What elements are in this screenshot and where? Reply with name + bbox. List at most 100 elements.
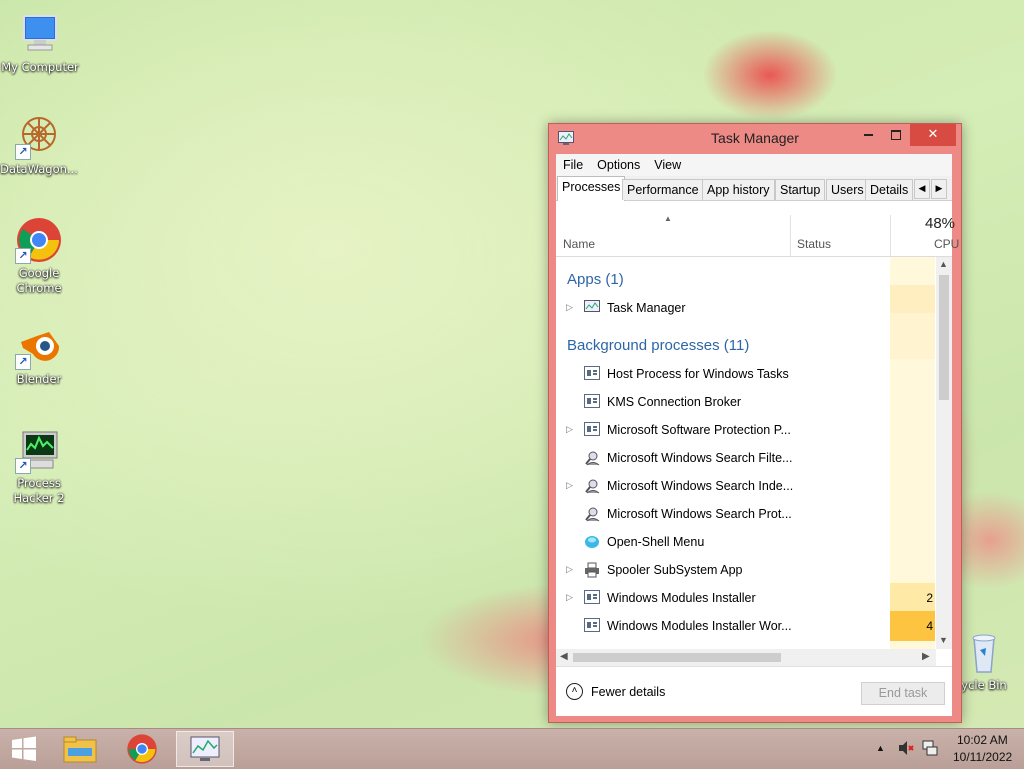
taskbar-task-manager[interactable] <box>176 731 234 767</box>
process-name: Microsoft Software Protection P... <box>607 423 791 437</box>
expand-chevron-icon[interactable]: ▷ <box>566 592 573 603</box>
menu-bar: File Options View <box>556 154 952 176</box>
list-item[interactable]: ▷ Microsoft Windows Search Inde... <box>556 472 890 500</box>
computer-icon <box>16 10 64 58</box>
process-name: KMS Connection Broker <box>607 395 742 409</box>
desktop-icon-blender[interactable]: ↗ Blender <box>0 322 79 387</box>
desktop-icon-process-hacker[interactable]: ↗ Process Hacker 2 <box>0 426 79 506</box>
expand-chevron-icon[interactable]: ▷ <box>566 564 573 575</box>
cpu-cell: 4 <box>926 619 933 633</box>
scrollbar-thumb[interactable] <box>573 653 781 662</box>
tab-scroll-right-button[interactable]: ▶ <box>931 179 947 199</box>
start-button[interactable] <box>0 731 48 767</box>
scroll-right-icon[interactable]: ▶ <box>922 651 930 662</box>
horizontal-scrollbar[interactable]: ◀ ▶ <box>556 649 936 666</box>
column-divider[interactable] <box>790 215 791 256</box>
column-divider[interactable] <box>890 215 891 256</box>
process-list: 2 4 Apps (1) ▷ Task Manager Background p… <box>556 257 952 649</box>
desktop-icon-label: My Computer <box>1 60 79 74</box>
show-hidden-icons-button[interactable]: ▲ <box>876 743 885 753</box>
process-icon <box>584 366 600 380</box>
column-header: ▲ Name Status 48% CPU <box>556 201 959 257</box>
volume-muted-icon[interactable] <box>897 739 915 760</box>
column-header-name[interactable]: Name <box>563 237 595 251</box>
blender-icon: ↗ <box>15 322 63 370</box>
search-user-icon <box>584 450 600 466</box>
vertical-scrollbar[interactable]: ▲ ▼ <box>936 257 952 649</box>
process-name: Microsoft Windows Search Prot... <box>607 507 792 521</box>
expand-chevron-icon[interactable]: ▷ <box>566 302 573 313</box>
recycle-bin-icon <box>960 628 1008 676</box>
search-user-icon <box>584 478 600 494</box>
chrome-icon: ↗ <box>15 216 63 264</box>
column-header-status[interactable]: Status <box>797 237 831 251</box>
task-manager-icon <box>584 300 600 314</box>
menu-view[interactable]: View <box>647 158 688 172</box>
expand-chevron-icon[interactable]: ▷ <box>566 480 573 491</box>
tab-performance[interactable]: Performance <box>622 179 704 200</box>
process-name: Host Process for Windows Tasks <box>607 367 789 381</box>
taskbar-chrome[interactable] <box>114 731 170 767</box>
tab-scroll-left-button[interactable]: ◀ <box>914 179 930 199</box>
start-icon <box>12 736 36 761</box>
process-name: Open-Shell Menu <box>607 535 705 549</box>
list-item[interactable]: Host Process for Windows Tasks <box>556 360 890 388</box>
process-icon <box>584 590 600 604</box>
expand-chevron-icon[interactable]: ▷ <box>566 424 573 435</box>
datawagon-icon: ↗ <box>15 112 63 160</box>
tab-processes[interactable]: Processes <box>557 176 626 201</box>
chevron-up-circle-icon: ˄ <box>566 683 583 700</box>
list-item[interactable]: Windows Modules Installer Wor... <box>556 612 890 640</box>
process-hacker-icon: ↗ <box>15 426 63 474</box>
tab-strip: Processes Performance App history Startu… <box>556 176 952 201</box>
tab-app-history[interactable]: App history <box>702 179 775 200</box>
menu-options[interactable]: Options <box>590 158 647 172</box>
desktop-icon-label: Process Hacker 2 <box>13 476 65 505</box>
cpu-heat <box>890 313 935 359</box>
network-icon[interactable] <box>921 739 939 760</box>
cpu-heat <box>890 285 935 313</box>
shortcut-arrow-icon: ↗ <box>15 354 31 370</box>
list-item[interactable]: Microsoft Windows Search Filte... <box>556 444 890 472</box>
taskbar-file-explorer[interactable] <box>52 731 108 767</box>
list-item[interactable]: Open-Shell Menu <box>556 528 890 556</box>
shortcut-arrow-icon: ↗ <box>15 248 31 264</box>
desktop-icon-google-chrome[interactable]: ↗ Google Chrome <box>0 216 79 296</box>
process-name: Microsoft Windows Search Filte... <box>607 451 793 465</box>
end-task-button[interactable]: End task <box>861 682 945 705</box>
minimize-icon <box>863 133 873 136</box>
footer: ˄ Fewer details End task <box>556 666 952 716</box>
scroll-left-icon[interactable]: ◀ <box>560 651 568 662</box>
process-name: Task Manager <box>607 301 686 315</box>
fewer-details-label: Fewer details <box>591 685 666 699</box>
scroll-up-icon[interactable]: ▲ <box>939 259 948 269</box>
file-explorer-icon <box>63 736 97 763</box>
column-header-cpu[interactable]: CPU <box>934 237 959 251</box>
scroll-down-icon[interactable]: ▼ <box>939 635 948 645</box>
desktop-icon-datawagon[interactable]: ↗ DataWagon... <box>0 112 79 177</box>
clock-date[interactable]: 10/11/2022 <box>953 750 1012 764</box>
list-item[interactable]: ▷ Spooler SubSystem App <box>556 556 890 584</box>
process-icon <box>584 618 600 632</box>
desktop-icon-my-computer[interactable]: My Computer <box>0 10 80 75</box>
clock-time[interactable]: 10:02 AM <box>957 733 1008 747</box>
tab-startup[interactable]: Startup <box>775 179 826 200</box>
tab-users[interactable]: Users <box>826 179 869 200</box>
process-name: Spooler SubSystem App <box>607 563 743 577</box>
maximize-button[interactable] <box>882 124 910 146</box>
list-item[interactable]: ▷ Microsoft Software Protection P... <box>556 416 890 444</box>
list-item[interactable]: ▷ Windows Modules Installer <box>556 584 890 612</box>
task-manager-client: File Options View Processes Performance … <box>556 154 959 716</box>
close-button[interactable]: ✕ <box>910 124 956 146</box>
list-item[interactable]: ▷ Task Manager <box>556 294 890 322</box>
minimize-button[interactable] <box>854 124 882 146</box>
list-item[interactable]: Microsoft Windows Search Prot... <box>556 500 890 528</box>
scrollbar-thumb[interactable] <box>939 275 949 400</box>
desktop-icon-label: Google Chrome <box>16 266 62 295</box>
process-icon <box>584 422 600 436</box>
title-bar[interactable]: Task Manager ✕ <box>549 124 961 152</box>
tab-details[interactable]: Details <box>865 179 914 200</box>
menu-file[interactable]: File <box>556 158 590 172</box>
printer-icon <box>584 562 600 578</box>
list-item[interactable]: KMS Connection Broker <box>556 388 890 416</box>
